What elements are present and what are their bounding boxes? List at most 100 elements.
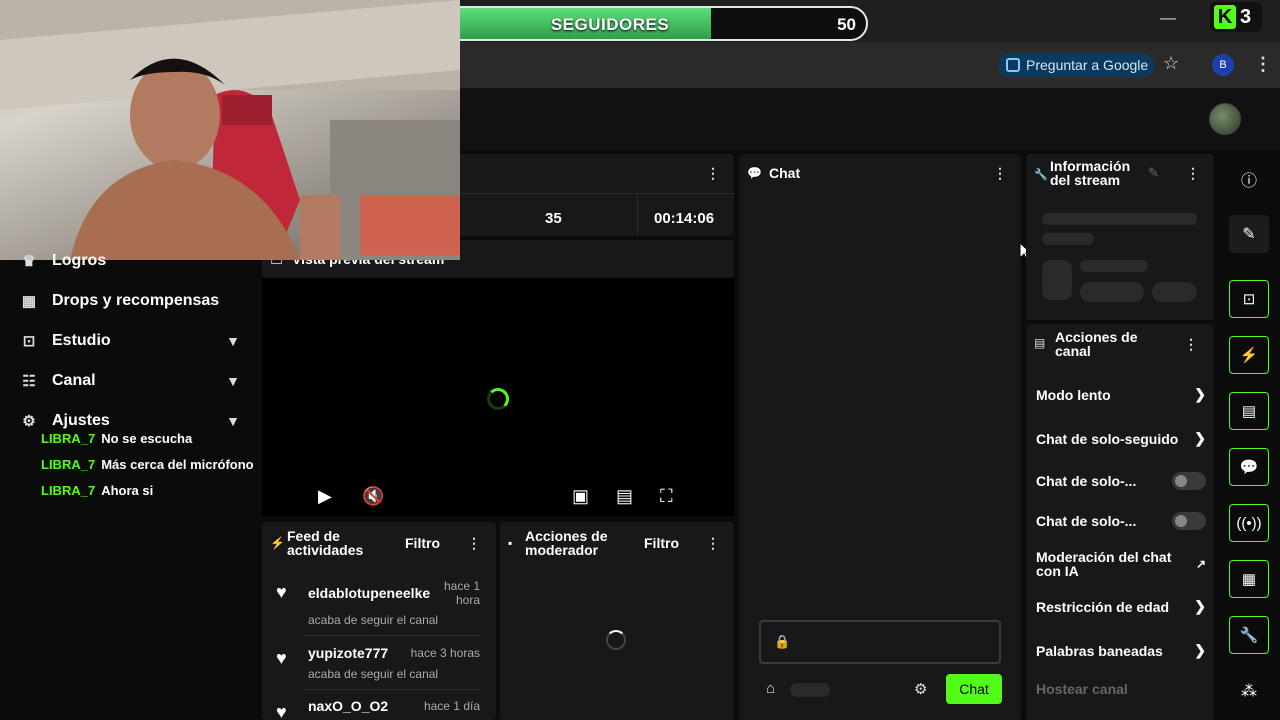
feed-action: acaba de seguir el canal <box>308 667 439 681</box>
gear-icon: ⚙ <box>22 413 36 430</box>
feed-action: acaba de seguir el canal <box>308 613 439 627</box>
pip-icon[interactable]: ▣ <box>572 486 589 507</box>
chat-rail-icon[interactable]: 💬 <box>1229 448 1269 486</box>
stream-info-title-line1: Información <box>1050 158 1131 174</box>
feed-title-line1: Feed de <box>287 528 340 544</box>
emote-only-toggle[interactable] <box>1172 512 1206 530</box>
fullscreen-icon[interactable]: ⛶ <box>660 486 673 507</box>
host-channel-row[interactable]: Hostear canal <box>1036 681 1206 697</box>
emote-only-row: Chat de solo-... <box>1036 512 1206 530</box>
gift-icon: ▦ <box>21 293 37 310</box>
chat-text: No se escucha <box>101 431 193 446</box>
feed-time: hace 1 día <box>423 699 480 713</box>
apps-rail-icon[interactable]: ⁂ <box>1229 672 1269 710</box>
uptime-stat: 00:14:06 <box>654 210 715 227</box>
shield-icon: ▪ <box>508 536 513 550</box>
feed-time: hace 1 hora <box>430 579 480 607</box>
feed-time-line2: hora <box>455 593 480 607</box>
channel-actions-title: Acciones de canal <box>1055 330 1137 358</box>
emote-only-label: Chat de solo-... <box>1036 513 1137 529</box>
mod-menu-icon[interactable]: ⋮ <box>706 535 720 552</box>
wrench-icon: 🔧 <box>1034 169 1048 181</box>
sidebar-item-label: Ajustes <box>52 412 110 429</box>
minimize-icon[interactable]: — <box>1160 10 1176 28</box>
chat-placeholder-skeleton <box>790 683 830 697</box>
theater-icon[interactable]: ▤ <box>616 486 633 507</box>
subs-only-label: Chat de solo-... <box>1036 473 1137 489</box>
ai-moderation-label: Moderación del chat con IA <box>1036 550 1171 578</box>
sidebar-item-canal[interactable]: ☷ Canal ▼ <box>20 372 240 390</box>
sidebar-item-logros[interactable]: ♛ Logros <box>20 252 240 270</box>
followers-only-row[interactable]: Chat de solo-seguido ❯ <box>1036 430 1206 447</box>
chat-username: LIBRA_7 <box>41 431 96 446</box>
heart-icon: ♥ <box>276 582 287 602</box>
feed-username: naxO_O_O2 <box>308 698 389 714</box>
lock-icon: 🔒 <box>774 634 791 649</box>
feed-menu-icon[interactable]: ⋮ <box>467 535 481 552</box>
chat-settings-icon[interactable]: ⚙ <box>914 680 927 698</box>
ai-moderation-row[interactable]: Moderación del chat con IA ↗ <box>1036 550 1206 578</box>
feed-filter-button[interactable]: Filtro <box>405 535 440 551</box>
feed-divider <box>304 635 480 636</box>
info-icon[interactable]: ⓘ <box>1229 160 1269 198</box>
store-icon[interactable]: ⌂ <box>766 680 775 697</box>
channel-icon: ☷ <box>22 373 36 390</box>
feed-username: yupizote777 <box>308 645 389 661</box>
chat-input[interactable] <box>759 620 1001 664</box>
document-rail-icon[interactable]: ▤ <box>1229 392 1269 430</box>
kick-logo-icon: K <box>1214 5 1236 29</box>
webcam-overlay <box>0 0 460 260</box>
bolt-rail-icon[interactable]: ⚡ <box>1229 336 1269 374</box>
stream-info-menu-icon[interactable]: ⋮ <box>1186 165 1200 182</box>
feed-title-line2: actividades <box>287 542 364 558</box>
info-skeleton <box>1042 260 1072 300</box>
stats-divider <box>440 193 734 194</box>
sidebar-item-drops[interactable]: ▦ Drops y recompensas <box>20 292 240 310</box>
mute-icon[interactable]: 🔇 <box>362 486 384 507</box>
chat-send-button[interactable]: Chat <box>946 674 1002 704</box>
broadcast-rail-icon[interactable]: ((•)) <box>1229 504 1269 542</box>
age-restriction-row[interactable]: Restricción de edad ❯ <box>1036 598 1206 615</box>
stats-menu-icon[interactable]: ⋮ <box>706 165 720 182</box>
ask-google-button[interactable]: Preguntar a Google <box>998 53 1154 77</box>
webcam-scene <box>0 0 460 260</box>
host-channel-label: Hostear canal <box>1036 681 1128 697</box>
bolt-icon: ⚡ <box>270 536 285 550</box>
mod-title-line1: Acciones de <box>525 528 608 544</box>
chat-text: Ahora si <box>101 483 154 498</box>
banned-words-row[interactable]: Palabras baneadas ❯ <box>1036 642 1206 659</box>
chevron-right-icon: ❯ <box>1194 598 1206 614</box>
channel-actions-title-line1: Acciones de <box>1055 329 1138 345</box>
goal-target: 50 <box>837 15 856 34</box>
chevron-down-icon: ▼ <box>226 373 240 389</box>
mod-filter-button[interactable]: Filtro <box>644 535 679 551</box>
external-link-icon: ↗ <box>1195 557 1206 571</box>
ask-google-label: Preguntar a Google <box>1026 57 1149 73</box>
feed-time-line1: hace 1 <box>443 579 480 593</box>
browser-profile-avatar[interactable]: B <box>1212 54 1234 76</box>
channel-actions-menu-icon[interactable]: ⋮ <box>1184 336 1198 353</box>
feed-time: hace 3 horas <box>410 646 480 660</box>
browser-menu-icon[interactable]: ⋮ <box>1254 54 1272 75</box>
studio-rail-icon[interactable]: ⊡ <box>1229 280 1269 318</box>
channel-rail-icon[interactable]: ▦ <box>1229 560 1269 598</box>
chat-title: Chat <box>769 165 801 181</box>
sidebar-item-ajustes[interactable]: ⚙ Ajustes ▼ <box>20 412 240 430</box>
studio-icon: ⊡ <box>22 333 36 350</box>
slow-mode-row[interactable]: Modo lento ❯ <box>1036 386 1206 403</box>
play-icon[interactable]: ▶ <box>318 486 332 507</box>
chat-menu-icon[interactable]: ⋮ <box>993 165 1007 182</box>
mod-actions-title: Acciones de moderador <box>525 529 607 557</box>
age-restriction-label: Restricción de edad <box>1036 598 1170 615</box>
edit-icon[interactable]: ✎ <box>1148 165 1159 181</box>
user-avatar[interactable] <box>1209 103 1241 135</box>
pencil-icon[interactable]: ✎ <box>1229 215 1269 253</box>
bookmark-star-icon[interactable]: ☆ <box>1163 53 1179 74</box>
info-skeleton <box>1080 282 1144 302</box>
sidebar-item-estudio[interactable]: ⊡ Estudio ▼ <box>20 332 240 350</box>
subs-only-toggle[interactable] <box>1172 472 1206 490</box>
stream-info-title-line2: del stream <box>1050 172 1121 188</box>
wrench-rail-icon[interactable]: 🔧 <box>1229 616 1269 654</box>
chevron-right-icon: ❯ <box>1194 430 1206 446</box>
sidebar-item-label: Canal <box>52 372 96 389</box>
